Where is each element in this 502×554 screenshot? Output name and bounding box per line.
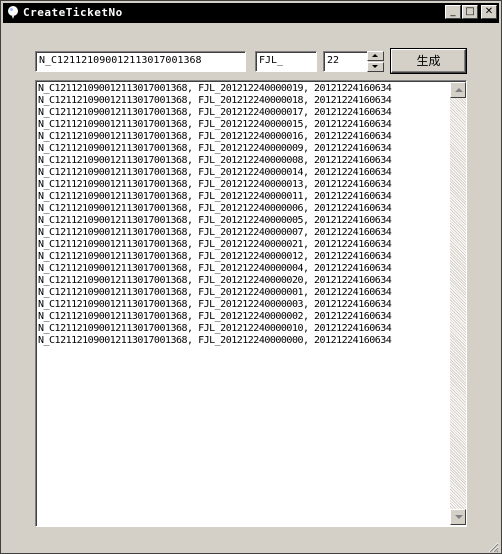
output-line: N_C121121090012113017001368, FJL_2012122… <box>38 287 392 298</box>
output-listbox[interactable]: N_C121121090012113017001368, FJL_2012122… <box>35 80 467 527</box>
output-line: N_C121121090012113017001368, FJL_2012122… <box>38 251 392 262</box>
output-line: N_C121121090012113017001368, FJL_2012122… <box>38 167 392 178</box>
resize-grip-icon[interactable] <box>487 541 499 553</box>
output-line: N_C121121090012113017001368, FJL_2012122… <box>38 275 392 286</box>
output-line: N_C121121090012113017001368, FJL_2012122… <box>38 131 392 142</box>
code-prefix-input[interactable]: FJL_ <box>255 51 317 72</box>
output-line: N_C121121090012113017001368, FJL_2012122… <box>38 191 392 202</box>
output-line: N_C121121090012113017001368, FJL_2012122… <box>38 107 392 118</box>
count-input[interactable]: 22 <box>323 51 368 72</box>
balloon-icon <box>8 6 18 19</box>
output-line: N_C121121090012113017001368, FJL_2012122… <box>38 95 392 106</box>
spinner-down-button[interactable] <box>367 62 384 72</box>
title-bar[interactable]: CreateTicketNo _ □ ✕ <box>3 3 499 23</box>
spinner-up-button[interactable] <box>367 51 384 61</box>
output-line: N_C121121090012113017001368, FJL_2012122… <box>38 335 392 346</box>
ticket-prefix-input[interactable]: N_C121121090012113017001368 <box>35 51 246 72</box>
vertical-scrollbar[interactable] <box>450 82 466 525</box>
output-line: N_C121121090012113017001368, FJL_2012122… <box>38 83 392 94</box>
output-line: N_C121121090012113017001368, FJL_2012122… <box>38 263 392 274</box>
close-button[interactable]: ✕ <box>481 5 497 19</box>
minimize-button[interactable]: _ <box>445 5 461 19</box>
scroll-down-button[interactable] <box>450 509 466 525</box>
scroll-up-button[interactable] <box>450 82 466 98</box>
output-line: N_C121121090012113017001368, FJL_2012122… <box>38 311 392 322</box>
output-line: N_C121121090012113017001368, FJL_2012122… <box>38 323 392 334</box>
generate-button[interactable]: 生成 <box>391 49 466 73</box>
output-line: N_C121121090012113017001368, FJL_2012122… <box>38 119 392 130</box>
output-lines: N_C121121090012113017001368, FJL_2012122… <box>38 83 450 347</box>
output-line: N_C121121090012113017001368, FJL_2012122… <box>38 227 392 238</box>
output-line: N_C121121090012113017001368, FJL_2012122… <box>38 215 392 226</box>
output-line: N_C121121090012113017001368, FJL_2012122… <box>38 143 392 154</box>
output-line: N_C121121090012113017001368, FJL_2012122… <box>38 203 392 214</box>
output-line: N_C121121090012113017001368, FJL_2012122… <box>38 155 392 166</box>
window-title: CreateTicketNo <box>23 6 123 19</box>
count-spinner <box>367 51 384 72</box>
output-line: N_C121121090012113017001368, FJL_2012122… <box>38 179 392 190</box>
maximize-button[interactable]: □ <box>462 5 478 19</box>
output-line: N_C121121090012113017001368, FJL_2012122… <box>38 239 392 250</box>
output-line: N_C121121090012113017001368, FJL_2012122… <box>38 299 392 310</box>
app-window: CreateTicketNo _ □ ✕ N_C1211210900121130… <box>0 0 502 554</box>
